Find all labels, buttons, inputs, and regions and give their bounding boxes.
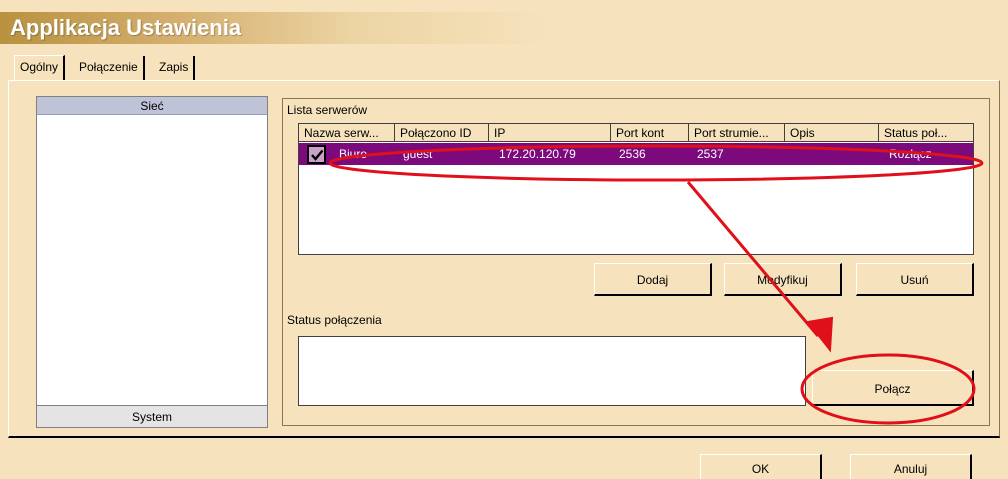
connection-status-box[interactable] (298, 336, 806, 406)
column-header-status[interactable]: Status poł... (879, 124, 973, 142)
remove-button[interactable]: Usuń (856, 263, 974, 296)
column-header-stream-port[interactable]: Port strumie... (689, 124, 785, 142)
category-network[interactable]: Sieć (37, 97, 267, 115)
tab-recording[interactable]: Zapis (154, 56, 196, 80)
category-system[interactable]: System (37, 405, 267, 427)
server-ip: 172.20.120.79 (499, 147, 576, 161)
window-title: Applikacja Ustawienia (10, 15, 242, 40)
column-header-ip[interactable]: IP (489, 124, 611, 142)
server-status: Rozłącz (889, 147, 932, 161)
column-header-login[interactable]: Połączono ID (395, 124, 489, 142)
connect-button[interactable]: Połącz (812, 370, 974, 406)
column-header-name[interactable]: Nazwa serw... (299, 124, 395, 142)
column-header-description[interactable]: Opis (785, 124, 879, 142)
checkmark-icon (311, 149, 324, 161)
tab-connection[interactable]: Połączenie (74, 56, 145, 80)
column-header-control-port[interactable]: Port kont (611, 124, 689, 142)
server-list-label: Lista serwerów (287, 103, 368, 117)
server-list-header: Nazwa serw... Połączono ID IP Port kont … (299, 124, 973, 142)
server-list[interactable]: Nazwa serw... Połączono ID IP Port kont … (298, 123, 974, 255)
server-stream-port: 2537 (697, 147, 724, 161)
server-name: Biuro (339, 147, 368, 161)
connection-status-label: Status połączenia (287, 313, 382, 327)
server-login: guest (403, 147, 433, 161)
add-button[interactable]: Dodaj (594, 263, 712, 296)
ok-button[interactable]: OK (700, 454, 822, 479)
modify-button[interactable]: Modyfikuj (724, 263, 842, 296)
tab-general[interactable]: Ogólny (14, 55, 66, 81)
server-enabled-checkbox[interactable] (307, 145, 326, 164)
cancel-button[interactable]: Anuluj (850, 454, 972, 479)
category-list[interactable]: Sieć System (36, 96, 268, 428)
server-row[interactable]: Biuro guest 172.20.120.79 2536 2537 Rozł… (299, 143, 973, 165)
server-control-port: 2536 (619, 147, 646, 161)
title-bar: Applikacja Ustawienia (0, 12, 1008, 44)
